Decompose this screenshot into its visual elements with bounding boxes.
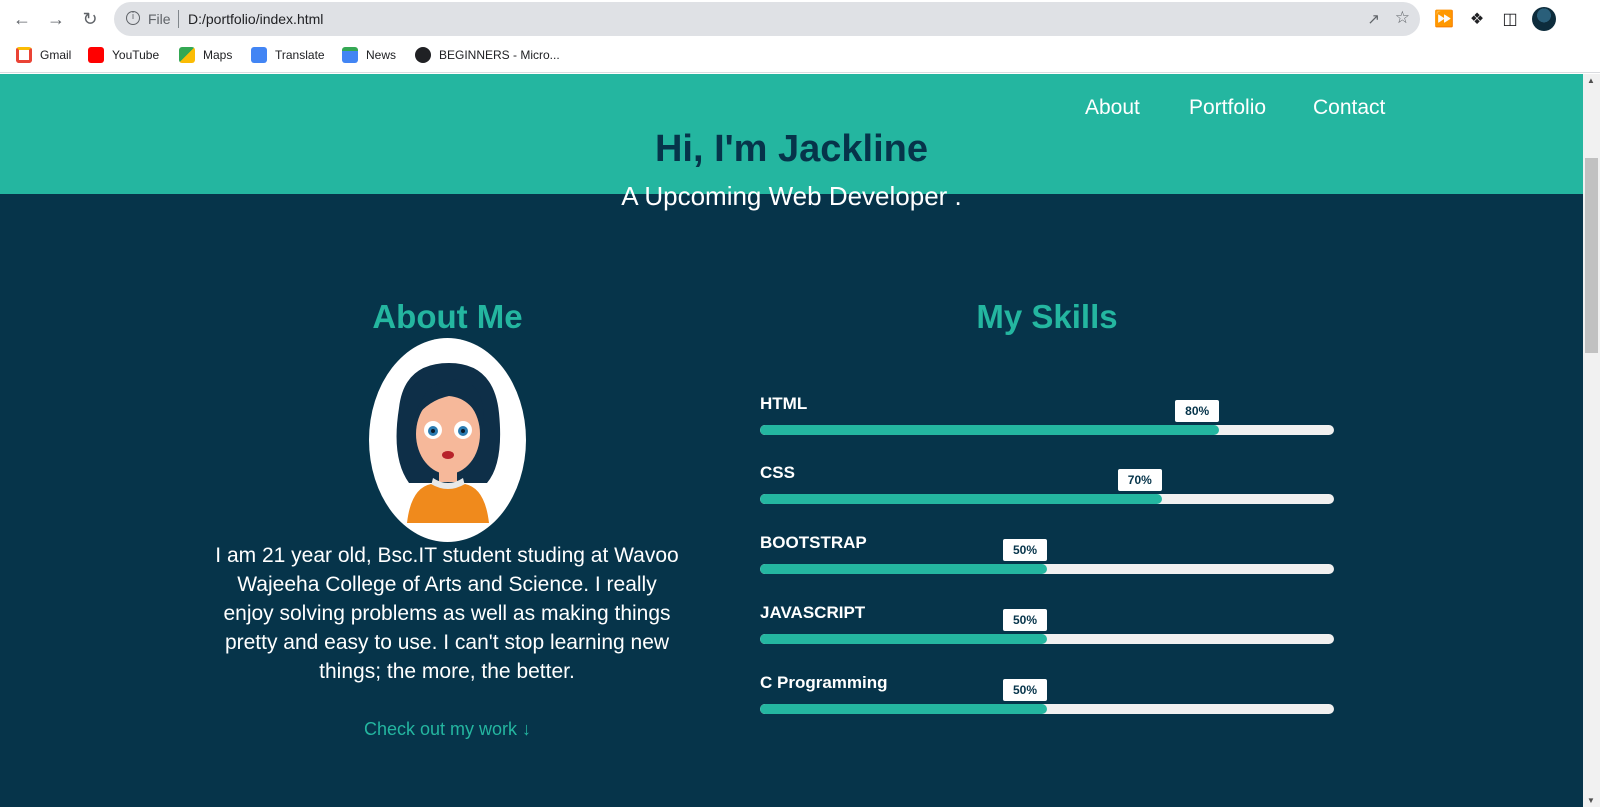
gmail-icon [16, 47, 32, 63]
bookmark-label: YouTube [112, 48, 160, 62]
about-line: I am 21 year old, Bsc.IT student studing… [215, 544, 679, 567]
arrow-down-icon: ↓ [522, 719, 532, 739]
bookmark-translate[interactable]: Translate [251, 47, 325, 63]
nav-link-contact[interactable]: Contact [1313, 96, 1385, 120]
skill-name: HTML [760, 394, 808, 413]
bookmark-news[interactable]: News [342, 47, 396, 63]
girl-avatar-icon [396, 363, 501, 523]
about-line: things; the more, the better. [319, 660, 575, 683]
check-out-work-link[interactable]: Check out my work ↓ [0, 719, 895, 740]
bookmark-maps[interactable]: Maps [179, 47, 232, 63]
nav-link-about[interactable]: About [1085, 96, 1140, 120]
skill-progress-track [760, 564, 1334, 574]
url-scheme-label: File [148, 11, 171, 27]
page-viewport: About Portfolio Contact Hi, I'm Jackline… [0, 74, 1583, 807]
skill-name: BOOTSTRAP [760, 533, 867, 552]
bookmark-gmail[interactable]: Gmail [16, 47, 71, 63]
about-paragraph: I am 21 year old, Bsc.IT student studing… [197, 541, 697, 686]
skill-name: CSS [760, 463, 795, 482]
skill-progress-fill [760, 425, 1220, 435]
bookmark-label: News [366, 48, 397, 62]
skill-percent-badge: 50% [1003, 539, 1047, 561]
skill-percent-badge: 50% [1003, 679, 1047, 701]
skill-name: JAVASCRIPT [760, 603, 866, 622]
cta-label: Check out my work [363, 719, 518, 739]
address-divider [178, 10, 179, 28]
bookmark-label: BEGINNERS - Micro... [439, 48, 560, 62]
about-line: Wajeeha College of Arts and Science. I r… [237, 573, 657, 596]
skill-progress-fill [760, 494, 1162, 504]
skill-progress-track [760, 494, 1334, 504]
skill-progress-fill [760, 564, 1047, 574]
skill-name: C Programming [760, 673, 888, 692]
skills-heading: My Skills [976, 298, 1118, 335]
reload-icon[interactable]: ↻ [77, 6, 103, 32]
news-icon [342, 47, 358, 63]
profile-avatar-image [369, 338, 526, 542]
hero-title: Hi, I'm Jackline [654, 128, 929, 170]
hero-subtitle: A Upcoming Web Developer . [621, 181, 962, 211]
scroll-down-icon[interactable]: ▼ [1587, 796, 1595, 805]
bookmark-youtube[interactable]: YouTube [88, 47, 159, 63]
globe-icon [415, 47, 431, 63]
extensions-icon[interactable]: ❖ [1466, 8, 1488, 30]
url-text[interactable]: D:/portfolio/index.html [188, 11, 323, 27]
back-icon[interactable]: ← [9, 6, 35, 32]
profile-avatar-icon[interactable] [1532, 7, 1556, 31]
site-info-icon[interactable]: i [126, 11, 140, 25]
skill-percent-badge: 50% [1003, 609, 1047, 631]
skill-progress-track [760, 634, 1334, 644]
nav-link-portfolio[interactable]: Portfolio [1189, 96, 1266, 120]
bookmarks-bar: Gmail YouTube Maps Translate News BEGINN… [0, 38, 1600, 73]
forward-icon[interactable]: → [43, 6, 69, 32]
page-scrollbar[interactable]: ▲ ▼ [1583, 74, 1600, 807]
about-line: enjoy solving problems as well as making… [223, 602, 671, 625]
scroll-up-icon[interactable]: ▲ [1587, 76, 1595, 85]
bookmark-label: Translate [275, 48, 325, 62]
skill-progress-fill [760, 634, 1047, 644]
translate-icon [251, 47, 267, 63]
bookmark-label: Gmail [40, 48, 72, 62]
side-panel-icon[interactable]: ◫ [1499, 8, 1521, 30]
about-line: pretty and easy to use. I can't stop lea… [224, 631, 670, 654]
scroll-thumb[interactable] [1585, 158, 1598, 353]
bookmark-label: Maps [203, 48, 233, 62]
bookmark-beginners[interactable]: BEGINNERS - Micro... [415, 47, 560, 63]
share-icon[interactable]: ↗ [1367, 10, 1380, 28]
skill-percent-badge: 70% [1117, 469, 1162, 491]
bookmark-star-icon[interactable]: ☆ [1395, 8, 1410, 28]
maps-icon [179, 47, 195, 63]
media-control-icon[interactable]: ⏩ [1433, 8, 1455, 30]
skill-progress-track [760, 704, 1334, 714]
skill-percent-badge: 80% [1175, 400, 1220, 422]
youtube-icon [88, 47, 104, 63]
skill-progress-track [760, 425, 1334, 435]
skill-progress-fill [760, 704, 1047, 714]
browser-toolbar: ← → ↻ i File D:/portfolio/index.html ↗ ☆… [0, 0, 1600, 38]
address-bar[interactable]: i File D:/portfolio/index.html ↗ ☆ [114, 2, 1420, 36]
